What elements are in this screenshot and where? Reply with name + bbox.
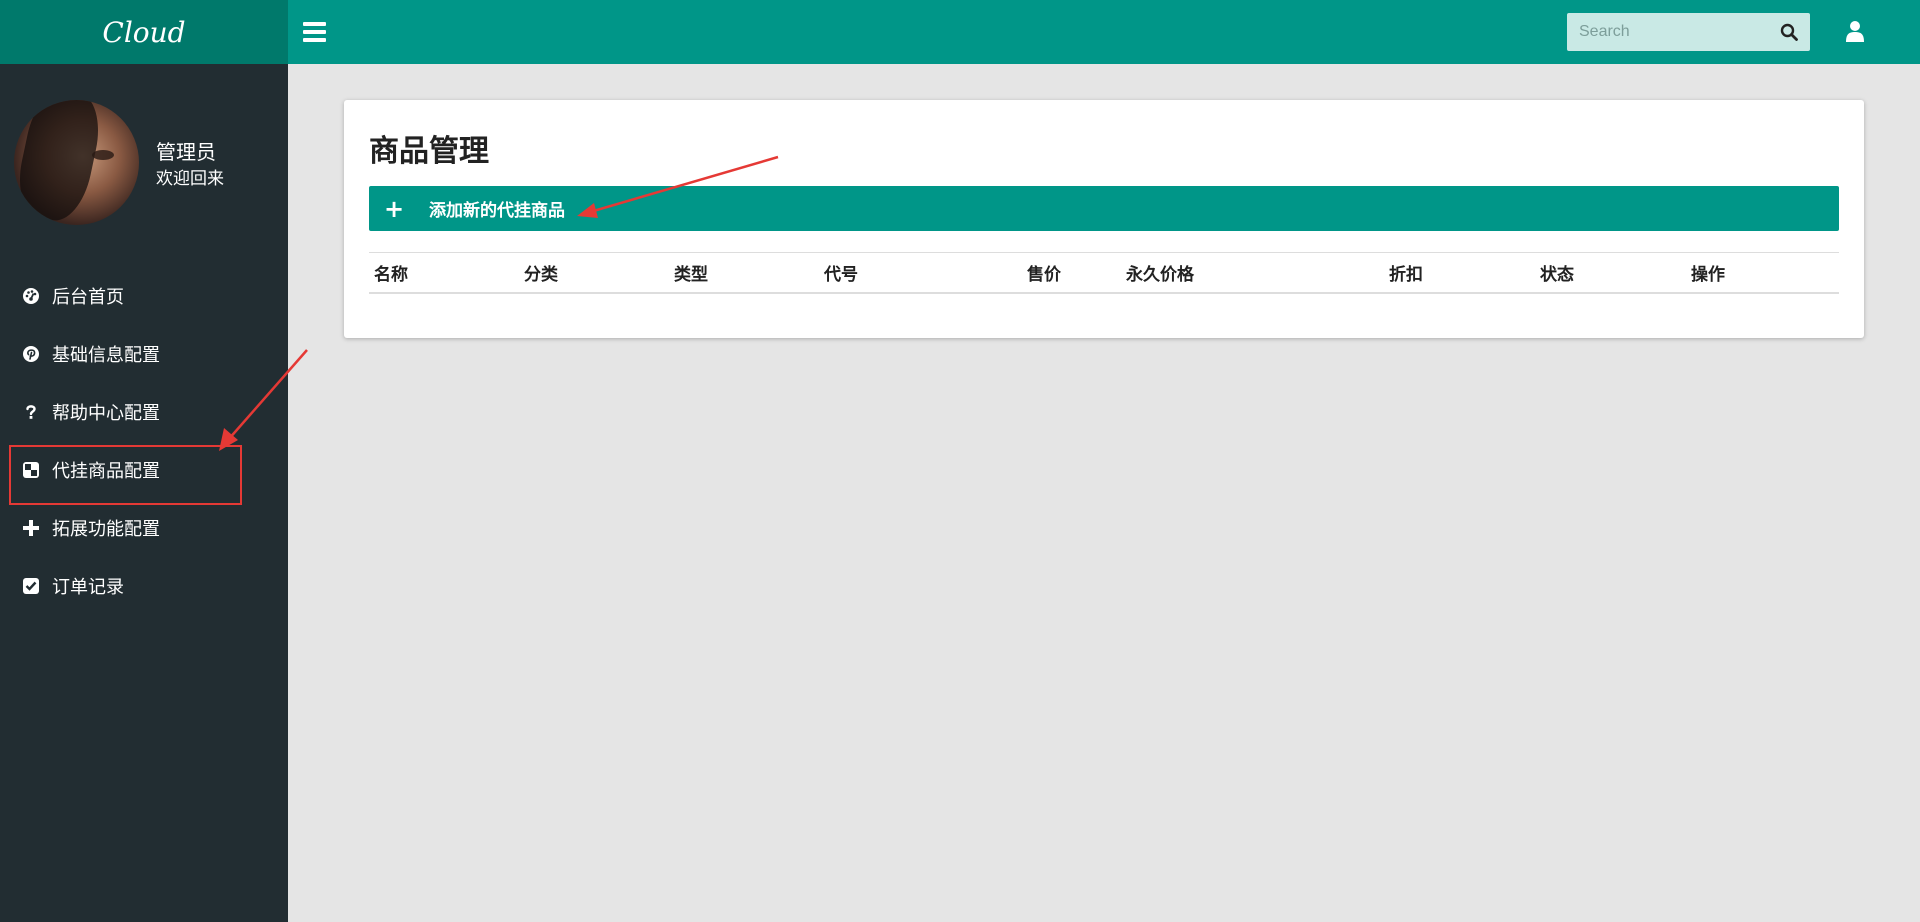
column-header[interactable]: 名称 bbox=[369, 252, 519, 294]
profile-name: 管理员 bbox=[156, 140, 216, 164]
column-header[interactable]: 分类 bbox=[519, 252, 669, 294]
logo-text: Cloud bbox=[102, 15, 186, 49]
column-header[interactable]: 永久价格 bbox=[1121, 252, 1384, 294]
sidebar-item-label: 订单记录 bbox=[52, 577, 124, 598]
product-management-card: 商品管理 + 添加新的代挂商品 名称 分类 类型 代号 售价 永久价格 折扣 状… bbox=[344, 100, 1864, 338]
sidebar: 管理员 欢迎回来 后台首页 基础信息配置 帮助中心配置 代挂商品配置 拓展功能配… bbox=[0, 64, 288, 922]
dashboard-icon bbox=[22, 287, 40, 305]
checkerboard-icon bbox=[22, 461, 40, 479]
sidebar-item-label: 基础信息配置 bbox=[52, 345, 160, 366]
column-header[interactable]: 折扣 bbox=[1384, 252, 1535, 294]
page-title: 商品管理 bbox=[369, 134, 489, 169]
plus-icon bbox=[22, 519, 40, 537]
product-table: 名称 分类 类型 代号 售价 永久价格 折扣 状态 操作 bbox=[369, 252, 1839, 294]
add-proxy-product-button[interactable]: + 添加新的代挂商品 bbox=[369, 186, 1839, 231]
search-box bbox=[1567, 13, 1810, 51]
logo[interactable]: Cloud bbox=[0, 0, 288, 64]
sidebar-item-help-center[interactable]: 帮助中心配置 bbox=[0, 383, 288, 441]
add-icon: + bbox=[383, 194, 405, 223]
pinterest-icon bbox=[22, 345, 40, 363]
sidebar-item-label: 代挂商品配置 bbox=[52, 461, 160, 482]
table-header-row: 名称 分类 类型 代号 售价 永久价格 折扣 状态 操作 bbox=[369, 252, 1839, 294]
column-header[interactable]: 售价 bbox=[1022, 252, 1121, 294]
sidebar-item-label: 拓展功能配置 bbox=[52, 519, 160, 540]
column-header[interactable]: 代号 bbox=[819, 252, 1022, 294]
add-button-label: 添加新的代挂商品 bbox=[429, 201, 565, 221]
user-icon[interactable] bbox=[1845, 20, 1865, 42]
hamburger-menu-icon[interactable] bbox=[303, 18, 331, 46]
user-profile: 管理员 欢迎回来 bbox=[14, 100, 274, 226]
sidebar-item-dashboard[interactable]: 后台首页 bbox=[0, 267, 288, 325]
sidebar-item-extensions[interactable]: 拓展功能配置 bbox=[0, 499, 288, 557]
search-input[interactable] bbox=[1567, 13, 1767, 51]
search-icon[interactable] bbox=[1780, 23, 1798, 41]
question-icon bbox=[22, 403, 40, 421]
sidebar-item-label: 帮助中心配置 bbox=[52, 403, 160, 424]
top-header: Cloud bbox=[0, 0, 1920, 64]
sidebar-item-label: 后台首页 bbox=[52, 287, 124, 308]
column-header[interactable]: 类型 bbox=[669, 252, 819, 294]
profile-status: 欢迎回来 bbox=[156, 169, 224, 189]
column-header[interactable]: 状态 bbox=[1535, 252, 1686, 294]
sidebar-item-orders[interactable]: 订单记录 bbox=[0, 557, 288, 615]
avatar bbox=[14, 100, 139, 225]
sidebar-item-basic-info[interactable]: 基础信息配置 bbox=[0, 325, 288, 383]
sidebar-item-proxy-products[interactable]: 代挂商品配置 bbox=[0, 441, 288, 505]
sidebar-nav: 后台首页 基础信息配置 帮助中心配置 代挂商品配置 拓展功能配置 订单记录 bbox=[0, 267, 288, 615]
checkbox-icon bbox=[22, 577, 40, 595]
column-header[interactable]: 操作 bbox=[1686, 252, 1839, 294]
